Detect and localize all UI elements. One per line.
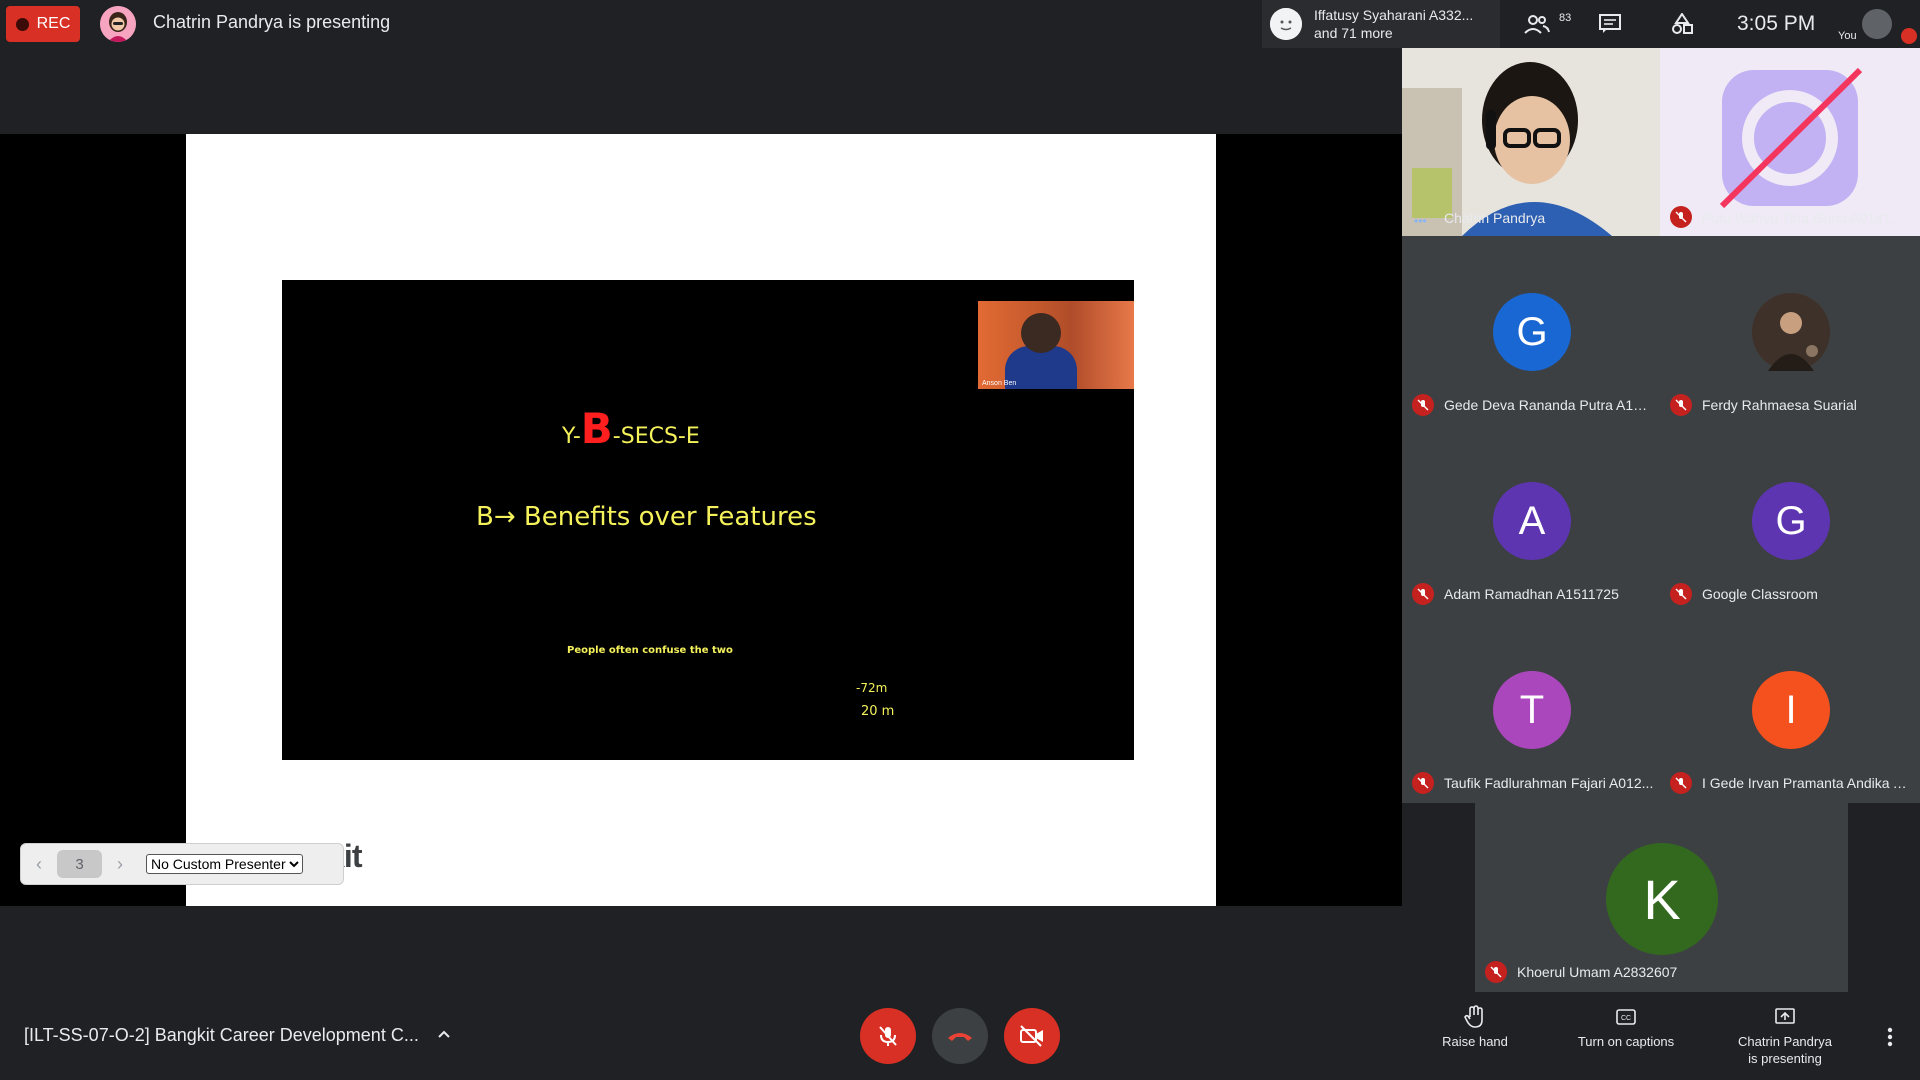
participant-count: 83 xyxy=(1559,12,1572,24)
attendee-avatar xyxy=(1270,8,1302,40)
rec-label: REC xyxy=(36,15,71,32)
camera-toggle-button[interactable] xyxy=(1004,1008,1060,1064)
mic-off-icon xyxy=(1670,772,1692,794)
participant-tile-irvan[interactable]: I I Gede Irvan Pramanta Andika A... xyxy=(1660,614,1920,803)
attendees-summary[interactable]: Iffatusy Syaharani A332... and 71 more xyxy=(1262,0,1500,48)
mic-off-icon xyxy=(1670,583,1692,605)
participant-photo xyxy=(1752,293,1830,371)
participant-tile-gede-deva[interactable]: G Gede Deva Rananda Putra A174... xyxy=(1402,236,1660,425)
participant-name: Gede Deva Rananda Putra A174... xyxy=(1444,397,1654,413)
recording-indicator: REC xyxy=(6,6,80,42)
participant-avatar: A xyxy=(1493,482,1571,560)
hand-icon xyxy=(1464,1005,1483,1028)
camera-off-icon xyxy=(1020,1025,1043,1047)
mic-toggle-button[interactable] xyxy=(860,1008,916,1064)
next-slide-icon[interactable]: › xyxy=(102,854,138,875)
meeting-title[interactable]: [ILT-SS-07-O-2] Bangkit Career Developme… xyxy=(24,1025,419,1046)
participant-avatar: G xyxy=(1752,482,1830,560)
participant-name: Khoerul Umam A2832607 xyxy=(1517,964,1678,980)
participant-name: Taufik Fadlurahman Fajari A012... xyxy=(1444,775,1654,791)
people-icon[interactable] xyxy=(1523,10,1551,38)
participant-tile-chatrin[interactable]: ••• Chatrin Pandrya xyxy=(1402,48,1660,236)
participant-video xyxy=(1402,48,1660,236)
slide-page-number[interactable]: 3 xyxy=(57,850,102,878)
slide-title: Y-B-SECS-E xyxy=(562,404,700,453)
meet-window: { "top": { "rec_label": "REC", "presenti… xyxy=(0,0,1920,1080)
speaker-name: Anson Ben xyxy=(982,380,1017,387)
presenting-button[interactable]: Chatrin Pandrya is presenting xyxy=(1720,1005,1850,1067)
participant-name: I Gede Irvan Pramanta Andika A... xyxy=(1702,775,1912,791)
mic-off-icon xyxy=(1670,206,1692,228)
attendees-line1: Iffatusy Syaharani A332... xyxy=(1314,7,1474,23)
slide-title-big: B xyxy=(580,404,613,453)
self-avatar[interactable] xyxy=(1862,9,1892,39)
participant-tile-putu[interactable]: Putu Wahyu Tirta Guna A0141... xyxy=(1660,48,1920,236)
raise-hand-label: Raise hand xyxy=(1442,1034,1508,1049)
participant-tile-khoerul[interactable]: K Khoerul Umam A2832607 xyxy=(1475,803,1848,992)
participant-tile-google-classroom[interactable]: G Google Classroom xyxy=(1660,425,1920,614)
chevron-up-icon[interactable] xyxy=(436,1026,452,1047)
camera-off-placeholder-icon xyxy=(1719,67,1863,209)
you-label: You xyxy=(1838,30,1857,42)
mic-off-icon xyxy=(879,1026,897,1046)
svg-text:CC: CC xyxy=(1621,1015,1631,1022)
chat-icon[interactable] xyxy=(1596,10,1624,38)
slide-title-prefix: Y- xyxy=(562,424,581,449)
speaking-dots-icon: ••• xyxy=(1414,214,1427,228)
participant-avatar: G xyxy=(1493,293,1571,371)
mic-off-icon xyxy=(1485,961,1507,983)
attendee-avatar-icon xyxy=(1270,8,1302,40)
presenter-avatar-icon xyxy=(100,6,136,42)
presenter-avatar xyxy=(100,6,136,42)
presenting-title: Chatrin Pandrya is presenting xyxy=(153,12,391,32)
participant-avatar: I xyxy=(1752,671,1830,749)
participant-tile-ferdy[interactable]: Ferdy Rahmaesa Suarial xyxy=(1660,236,1920,425)
participant-name: Putu Wahyu Tirta Guna A0141... xyxy=(1702,210,1903,226)
captions-icon: CC xyxy=(1616,1009,1636,1025)
presenting-label-line1: Chatrin Pandrya xyxy=(1738,1034,1832,1049)
participant-name: Chatrin Pandrya xyxy=(1444,210,1546,226)
hang-up-icon xyxy=(948,1033,972,1041)
slide-metric-2: 20 m xyxy=(861,704,895,719)
self-mic-off-icon xyxy=(1901,28,1917,44)
present-screen-icon xyxy=(1775,1008,1795,1024)
mic-off-icon xyxy=(1670,394,1692,416)
participant-avatar: K xyxy=(1606,843,1718,955)
speaker-video-thumbnail: Anson Ben xyxy=(978,301,1134,389)
record-dot-icon xyxy=(15,17,29,31)
more-options-icon[interactable] xyxy=(1880,1024,1900,1055)
slide-note: People often confuse the two xyxy=(567,645,733,656)
captions-button[interactable]: CC Turn on captions xyxy=(1566,1005,1686,1050)
mic-off-icon xyxy=(1412,772,1434,794)
presenting-label-line2: is presenting xyxy=(1748,1051,1822,1066)
speaker-head xyxy=(1021,313,1061,353)
mic-off-icon xyxy=(1412,394,1434,416)
attendees-line2: and 71 more xyxy=(1314,25,1393,41)
participant-name: Google Classroom xyxy=(1702,586,1818,602)
captions-label: Turn on captions xyxy=(1577,1034,1675,1049)
raise-hand-button[interactable]: Raise hand xyxy=(1430,1005,1520,1050)
prev-slide-icon[interactable]: ‹ xyxy=(21,854,57,875)
participant-name: Adam Ramadhan A1511725 xyxy=(1444,586,1619,602)
slide-nav-control: ‹ 3 › No Custom Presenter xyxy=(20,843,344,885)
participant-name: Ferdy Rahmaesa Suarial xyxy=(1702,397,1857,413)
mic-off-icon xyxy=(1412,583,1434,605)
participant-tile-taufik[interactable]: T Taufik Fadlurahman Fajari A012... xyxy=(1402,614,1660,803)
slide-title-suffix: -SECS-E xyxy=(612,424,700,449)
leave-call-button[interactable] xyxy=(932,1008,988,1064)
slide-metric-1: -72m xyxy=(856,681,888,695)
presenter-select[interactable]: No Custom Presenter xyxy=(146,854,303,874)
slide-subtitle: B→ Benefits over Features xyxy=(476,502,817,532)
participant-avatar: T xyxy=(1493,671,1571,749)
activities-icon[interactable] xyxy=(1668,10,1696,38)
participant-tile-adam[interactable]: A Adam Ramadhan A1511725 xyxy=(1402,425,1660,614)
clock-time: 3:05 PM xyxy=(1737,12,1816,35)
